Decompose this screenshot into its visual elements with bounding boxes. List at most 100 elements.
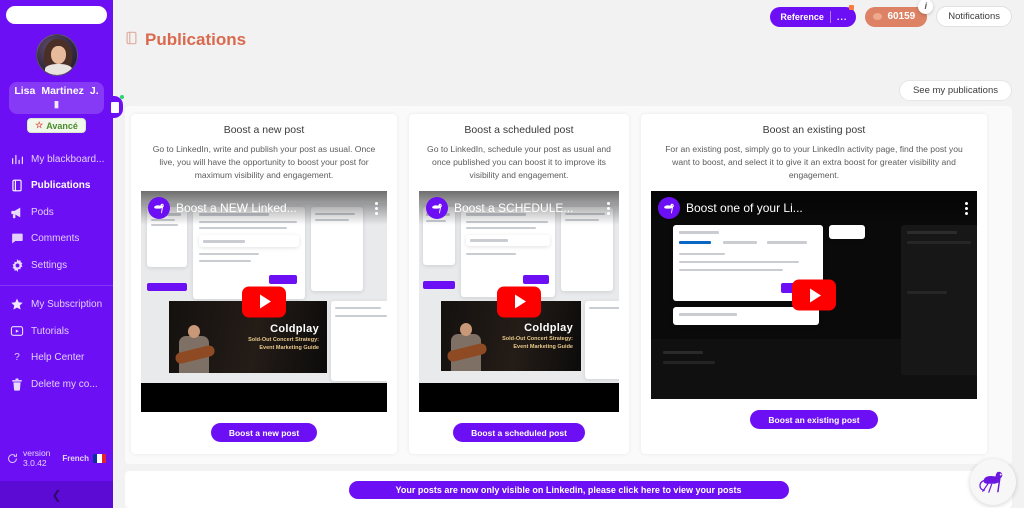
video-icon <box>10 324 24 338</box>
status-dot-icon <box>120 95 124 99</box>
video-header: Boost a SCHEDULE... <box>419 191 619 225</box>
kebab-menu-icon[interactable] <box>604 200 612 217</box>
sidebar-item-tutorials[interactable]: Tutorials <box>0 318 113 345</box>
video-thumbnail-scheduled-post[interactable]: Coldplay Sold-Out Concert Strategy: Even… <box>419 191 619 412</box>
version-number: 3.0.42 <box>23 458 47 468</box>
guitarist-figure <box>446 319 489 371</box>
sidebar-item-label: Pods <box>31 206 54 218</box>
video-title: Boost a NEW Linked... <box>176 201 297 215</box>
ostrich-avatar-icon <box>658 197 680 219</box>
sidebar-item-help-center[interactable]: ? Help Center <box>0 345 113 372</box>
boost-new-post-button[interactable]: Boost a new post <box>210 423 318 442</box>
card-boost-new-post: Boost a new post Go to LinkedIn, write a… <box>131 114 397 454</box>
video-title: Boost one of your Li... <box>686 201 803 215</box>
sidebar-item-label: Settings <box>31 259 68 271</box>
coin-icon <box>873 13 883 20</box>
kebab-menu-icon[interactable] <box>962 200 970 217</box>
user-name: Lisa Martinez J. ▮ <box>9 82 104 114</box>
boost-scheduled-post-button[interactable]: Boost a scheduled post <box>453 423 585 442</box>
boost-existing-post-button[interactable]: Boost an existing post <box>750 410 878 429</box>
view-posts-banner-button[interactable]: Your posts are now only visible on Linke… <box>348 480 789 499</box>
see-my-publications-label: See my publications <box>912 85 998 96</box>
card-description: For an existing post, simply go to your … <box>665 144 963 180</box>
sidebar-item-label: My blackboard... <box>31 153 105 165</box>
video-header: Boost a NEW Linked... <box>141 191 387 225</box>
sidebar-item-delete-account[interactable]: Delete my co... <box>0 371 113 398</box>
cards-panel: Boost a new post Go to LinkedIn, write a… <box>125 106 1012 464</box>
top-actions: Reference ... 60159 i Notifications <box>770 0 1012 27</box>
sidebar-divider <box>0 284 113 286</box>
sidebar-nav: My blackboard... Publications Pods Comme… <box>0 146 113 398</box>
fr-flag-icon <box>93 453 106 463</box>
page-icon <box>111 101 119 113</box>
app-root: Lisa Martinez J. ▮ ☆ Avancé My blackboar… <box>0 0 1024 508</box>
app-version: version 3.0.42 <box>23 448 50 468</box>
card-boost-scheduled-post: Boost a scheduled post Go to LinkedIn, s… <box>409 114 629 454</box>
plan-badge[interactable]: ☆ Avancé <box>27 118 86 133</box>
sidebar-item-publications[interactable]: Publications <box>0 173 113 200</box>
sidebar: Lisa Martinez J. ▮ ☆ Avancé My blackboar… <box>0 0 113 508</box>
refresh-icon[interactable] <box>7 453 18 464</box>
language-label: French <box>62 453 89 463</box>
video-thumbnail-new-post[interactable]: Coldplay Sold-Out Concert Strategy: Even… <box>141 191 387 412</box>
card-description: Go to LinkedIn, schedule your post as us… <box>427 144 611 180</box>
video-thumbnail-existing-post[interactable]: Boost one of your Li... <box>651 191 977 399</box>
avatar-container <box>0 34 113 76</box>
sidebar-item-my-blackboard[interactable]: My blackboard... <box>0 146 113 173</box>
avatar[interactable] <box>35 34 78 76</box>
card-boost-existing-post: Boost an existing post For an existing p… <box>641 114 987 454</box>
plan-badge-container: ☆ Avancé <box>0 118 113 133</box>
sidebar-item-my-subscription[interactable]: My Subscription <box>0 292 113 319</box>
page-title-text: Publications <box>145 30 247 49</box>
sidebar-item-pods[interactable]: Pods <box>0 199 113 226</box>
sidebar-item-label: Publications <box>31 180 91 192</box>
sidebar-item-label: My Subscription <box>31 299 103 311</box>
notifications-button[interactable]: Notifications <box>936 6 1012 27</box>
notification-corner-icon <box>849 4 855 10</box>
side-panel-handle[interactable] <box>107 95 124 118</box>
card-title: Boost an existing post <box>762 124 866 136</box>
credits-value: 60159 <box>887 11 916 22</box>
bottom-panel: Your posts are now only visible on Linke… <box>125 471 1012 508</box>
question-mark-icon: ? <box>14 352 20 364</box>
info-icon[interactable]: i <box>918 0 934 14</box>
reference-button[interactable]: Reference ... <box>770 4 857 27</box>
chevron-left-icon: ❮ <box>51 487 62 502</box>
card-title: Boost a scheduled post <box>464 124 574 136</box>
sidebar-item-label: Tutorials <box>31 325 69 337</box>
sidebar-item-label: Delete my co... <box>31 378 98 390</box>
gear-icon <box>10 258 24 272</box>
reference-label: Reference <box>780 11 824 22</box>
avatar-body <box>44 64 72 75</box>
play-icon[interactable] <box>497 286 541 317</box>
play-icon[interactable] <box>792 279 836 311</box>
reference-more-icon[interactable]: ... <box>837 12 855 22</box>
user-last-name: Martinez <box>41 85 84 97</box>
video-title: Boost a SCHEDULE... <box>454 201 574 215</box>
version-label: version <box>23 448 51 458</box>
page-title: Publications <box>125 30 246 50</box>
document-icon <box>10 179 24 193</box>
plan-badge-label: Avancé <box>46 120 78 131</box>
language-selector[interactable]: French <box>62 453 106 463</box>
document-icon <box>125 30 138 50</box>
divider <box>829 10 831 23</box>
credits-badge[interactable]: 60159 i <box>865 0 934 27</box>
guitarist-figure <box>174 321 217 373</box>
sidebar-collapse-button[interactable]: ❮ <box>0 481 113 508</box>
sidebar-search-input[interactable] <box>6 6 107 24</box>
ostrich-avatar-icon <box>426 197 448 219</box>
ostrich-mascot-icon[interactable] <box>970 459 1016 505</box>
star-icon: ☆ <box>35 120 44 130</box>
kebab-menu-icon[interactable] <box>372 200 380 217</box>
card-title: Boost a new post <box>223 124 305 136</box>
trash-icon <box>10 377 24 391</box>
star-icon <box>10 298 24 312</box>
play-icon[interactable] <box>242 286 286 317</box>
see-my-publications-button[interactable]: See my publications <box>898 80 1012 101</box>
chart-bar-icon <box>10 152 24 166</box>
sidebar-item-settings[interactable]: Settings <box>0 252 113 279</box>
megaphone-icon <box>10 205 24 219</box>
user-first-name: Lisa <box>14 85 36 97</box>
sidebar-item-comments[interactable]: Comments <box>0 226 113 253</box>
